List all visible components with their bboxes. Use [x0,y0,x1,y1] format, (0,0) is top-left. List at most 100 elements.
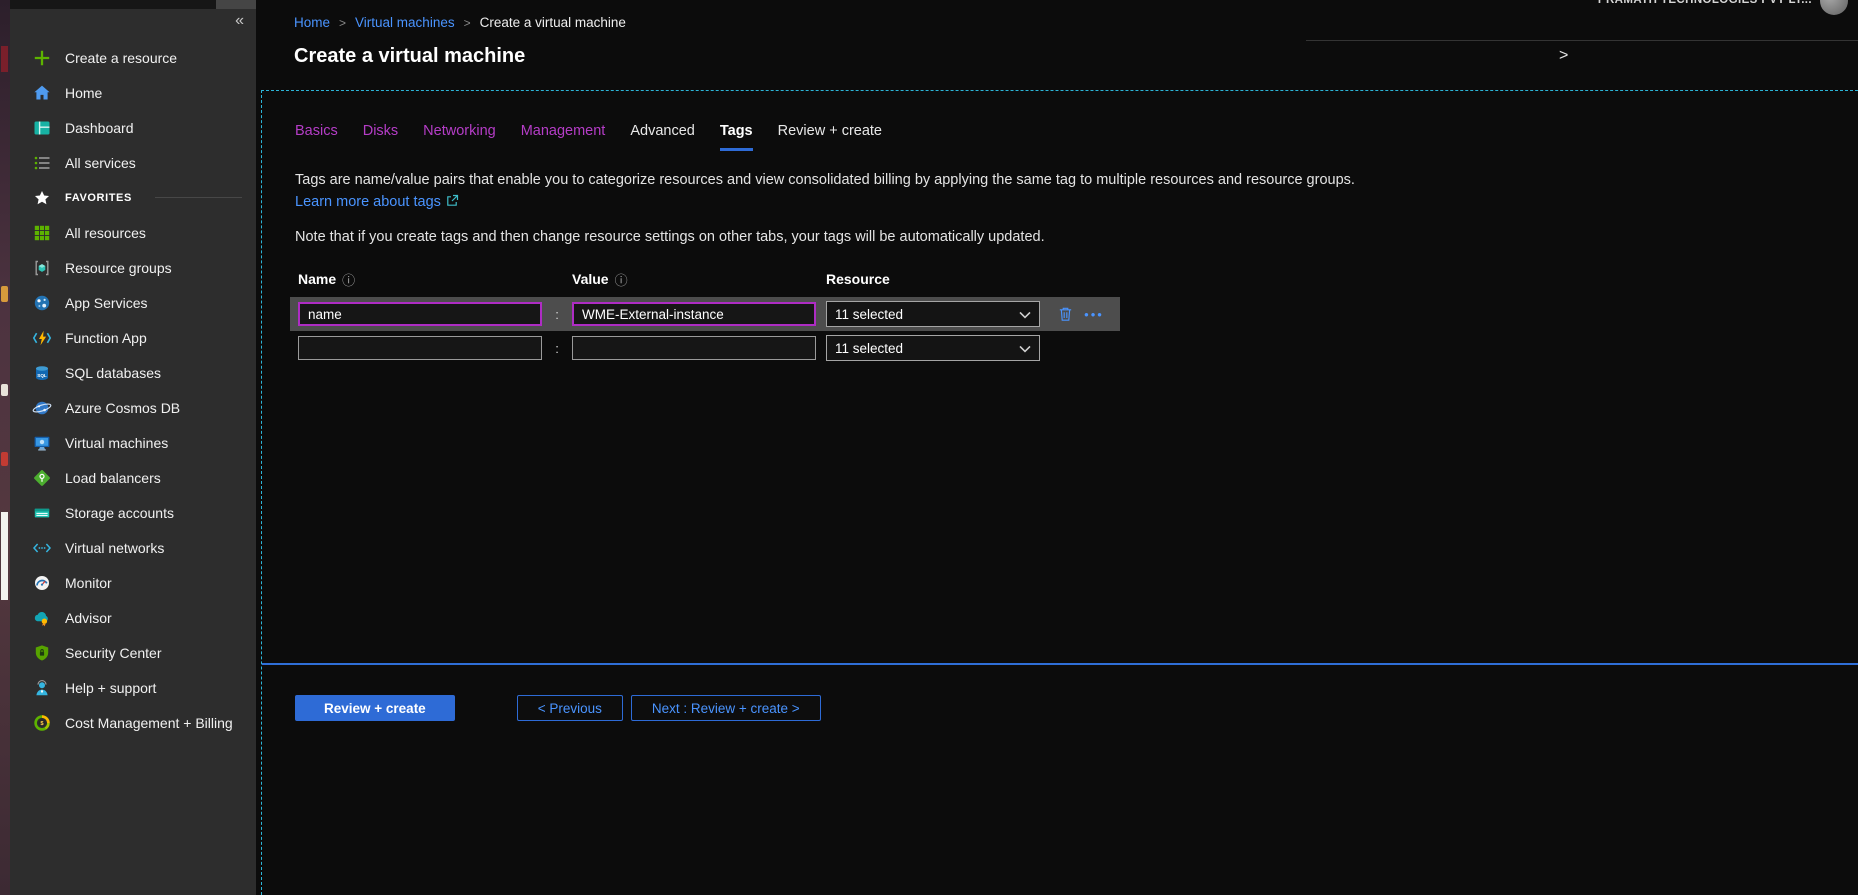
column-value-label: Value [572,271,609,287]
sidebar-item-home[interactable]: Home [10,75,256,110]
cost-management-icon: $ [32,713,52,733]
wallpaper-fragment [1,452,8,466]
sidebar-item-label: Virtual machines [65,435,168,451]
sidebar-item-cost-management-billing[interactable]: $ Cost Management + Billing [10,705,256,740]
resource-group-icon [32,258,52,278]
sidebar-item-virtual-machines[interactable]: Virtual machines [10,425,256,460]
sidebar-item-create-a-resource[interactable]: Create a resource [10,40,256,75]
topbar-hairline [1306,40,1858,41]
sidebar-item-label: Function App [65,330,147,346]
learn-more-about-tags-link[interactable]: Learn more about tags [295,194,441,210]
desktop-edge-sliver [0,0,10,895]
wallpaper-fragment [1,384,8,396]
tags-table: Nameⓘ Valueⓘ Resource : 11 selected [290,265,1120,365]
footer-divider [262,663,1858,665]
create-vm-blade: Basics Disks Networking Management Advan… [261,90,1858,895]
sidebar-item-label: All resources [65,225,146,241]
breadcrumb-virtual-machines-link[interactable]: Virtual machines [355,15,455,30]
name-info-icon[interactable]: ⓘ [342,270,355,289]
colon-separator: : [542,307,572,322]
sidebar-item-label: Azure Cosmos DB [65,400,180,416]
wallpaper-fragment [1,512,8,600]
star-icon [32,188,52,208]
sidebar-item-security-center[interactable]: Security Center [10,635,256,670]
wizard-footer: Review + create < Previous Next : Review… [295,695,829,721]
sidebar-item-label: Home [65,85,102,101]
sidebar-item-label: SQL databases [65,365,161,381]
favorites-label: FAVORITES [65,192,132,204]
sidebar-item-azure-cosmos-db[interactable]: Azure Cosmos DB [10,390,256,425]
tab-disks[interactable]: Disks [363,123,398,151]
tab-management[interactable]: Management [521,123,606,151]
review-create-button[interactable]: Review + create [295,695,455,721]
chevron-down-icon [1019,307,1031,322]
tag-value-input[interactable] [572,302,816,326]
tenant-name[interactable]: PRAMATH TECHNOLOGIES PVT LT... [1598,0,1812,6]
svg-text:SQL: SQL [37,372,47,377]
resource-dropdown-2[interactable]: 11 selected [826,335,1040,361]
load-balancer-icon [32,468,52,488]
sidebar-item-label: Monitor [65,575,112,591]
sidebar-item-label: Virtual networks [65,540,164,556]
breadcrumb-home-link[interactable]: Home [294,15,330,30]
account-avatar[interactable] [1820,0,1848,15]
wallpaper-fragment [1,286,8,302]
home-icon [32,83,52,103]
tab-tags[interactable]: Tags [720,123,753,151]
sidebar-item-virtual-networks[interactable]: Virtual networks [10,530,256,565]
previous-button[interactable]: < Previous [517,695,623,721]
sidebar-item-resource-groups[interactable]: Resource groups [10,250,256,285]
tab-advanced[interactable]: Advanced [630,123,695,151]
colon-separator: : [542,341,572,356]
column-name-label: Name [298,271,336,287]
sidebar-item-label: Create a resource [65,50,177,66]
sidebar-item-app-services[interactable]: App Services [10,285,256,320]
tab-networking[interactable]: Networking [423,123,496,151]
sidebar-item-dashboard[interactable]: Dashboard [10,110,256,145]
sidebar-item-load-balancers[interactable]: Load balancers [10,460,256,495]
sidebar-item-all-resources[interactable]: All resources [10,215,256,250]
delete-tag-button[interactable] [1054,305,1076,323]
row-more-options-button[interactable]: ••• [1076,307,1112,322]
tags-note: Note that if you create tags and then ch… [295,229,1045,245]
chevron-down-icon [1019,341,1031,356]
tag-name-input[interactable] [298,302,542,326]
favorites-divider [155,197,242,198]
sidebar-item-function-app[interactable]: Function App [10,320,256,355]
resource-dropdown[interactable]: 11 selected [826,301,1040,327]
breadcrumb-separator: > [339,16,346,30]
tab-basics[interactable]: Basics [295,123,338,151]
external-link-icon [446,192,459,214]
breadcrumb: Home > Virtual machines > Create a virtu… [294,15,626,30]
sidebar-collapse-button[interactable]: « [235,13,244,29]
virtual-machine-icon [32,433,52,453]
sidebar: « Create a resource Home Dashboard [10,0,256,895]
sidebar-item-sql-databases[interactable]: SQL SQL databases [10,355,256,390]
sidebar-item-advisor[interactable]: Advisor [10,600,256,635]
sidebar-favorites-header: FAVORITES [10,180,256,215]
tag-row-2: : 11 selected [290,331,1120,365]
monitor-gauge-icon [32,573,52,593]
tag-row-1: : 11 selected ••• [290,297,1120,331]
resource-dropdown-value: 11 selected [835,307,903,322]
next-button[interactable]: Next : Review + create > [631,695,821,721]
page-title: Create a virtual machine [294,45,525,68]
tags-description-text: Tags are name/value pairs that enable yo… [295,172,1355,188]
sidebar-item-monitor[interactable]: Monitor [10,565,256,600]
value-info-icon[interactable]: ⓘ [615,270,628,289]
tag-name-input-empty[interactable] [298,336,542,360]
sidebar-item-help-support[interactable]: Help + support [10,670,256,705]
blade-expand-chevron[interactable]: > [1559,47,1568,65]
tag-value-input-empty[interactable] [572,336,816,360]
sidebar-item-label: App Services [65,295,147,311]
tab-review-create[interactable]: Review + create [778,123,882,151]
sidebar-item-label: Resource groups [65,260,172,276]
grid-icon [32,223,52,243]
sidebar-item-storage-accounts[interactable]: Storage accounts [10,495,256,530]
top-bar: Home > Virtual machines > Create a virtu… [256,0,1858,42]
sidebar-item-label: Security Center [65,645,161,661]
sidebar-top-block [216,0,256,9]
plus-icon [32,48,52,68]
breadcrumb-current: Create a virtual machine [480,15,626,30]
sidebar-item-all-services[interactable]: All services [10,145,256,180]
